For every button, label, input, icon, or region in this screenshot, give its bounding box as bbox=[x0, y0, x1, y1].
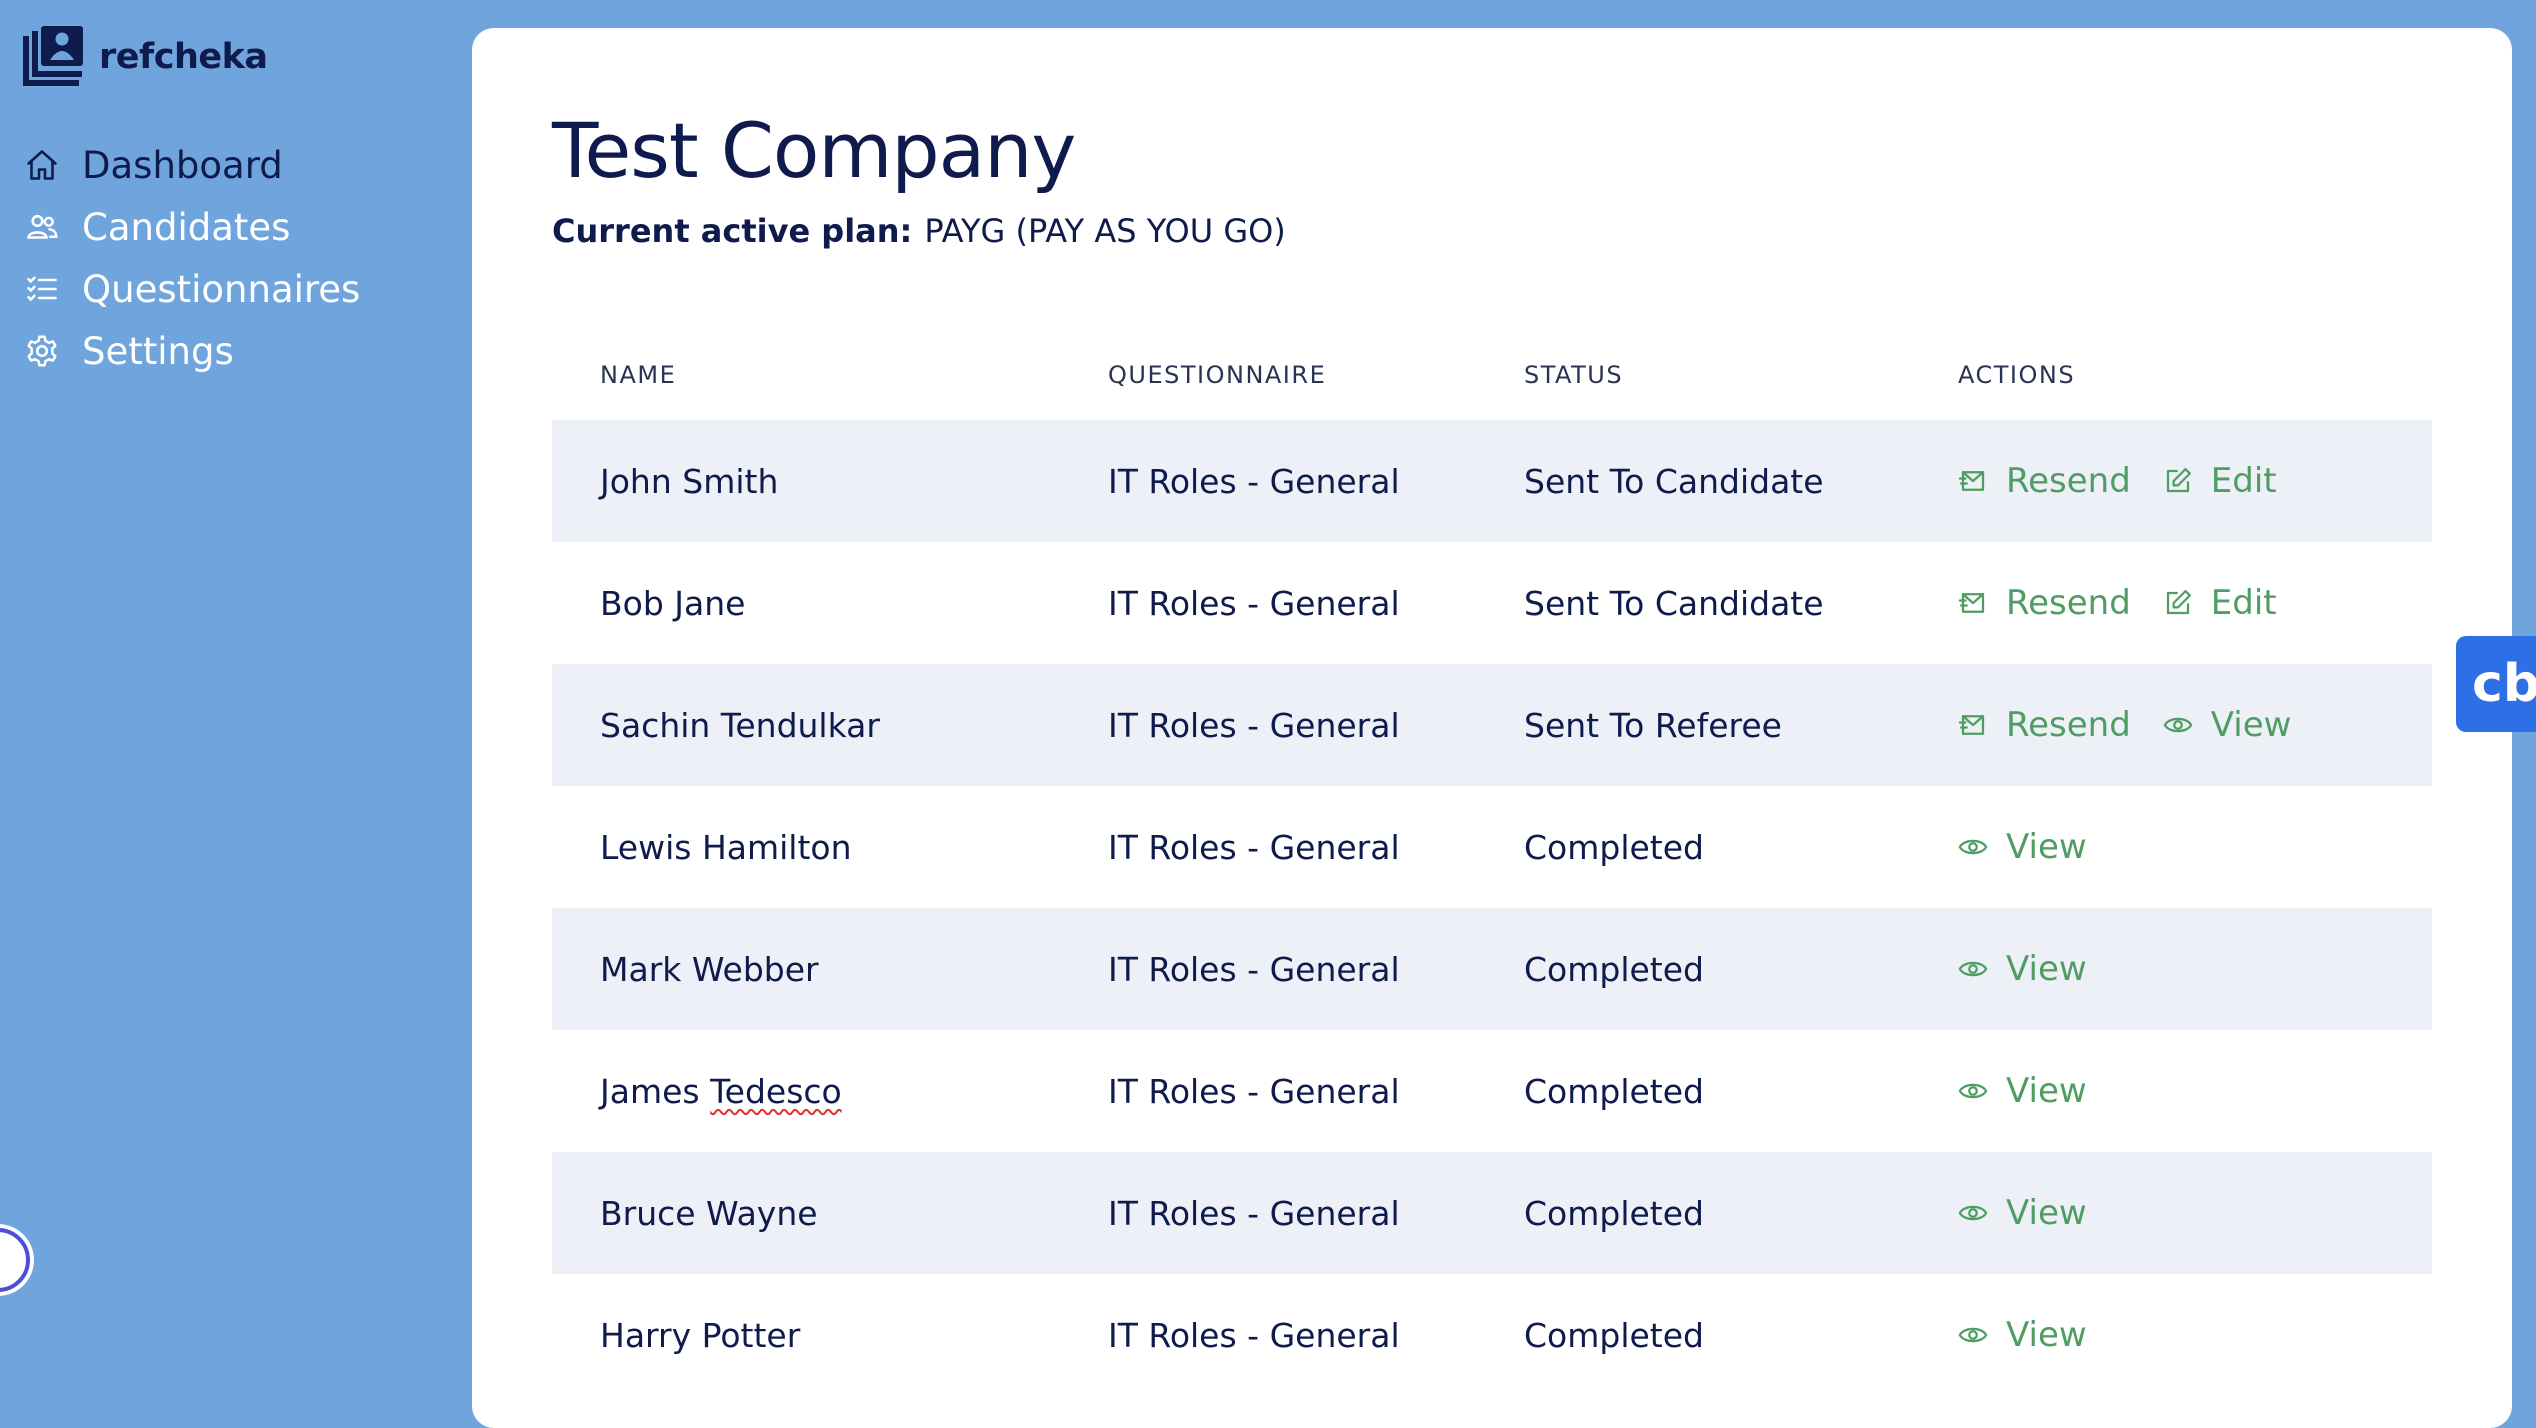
column-header-status: STATUS bbox=[1524, 361, 1624, 389]
table-row: Sachin Tendulkar IT Roles - General Sent… bbox=[552, 664, 2432, 786]
eye-icon bbox=[1958, 1083, 1988, 1099]
view-button[interactable]: View bbox=[1958, 1315, 2087, 1355]
view-button[interactable]: View bbox=[1958, 827, 2087, 867]
eye-icon bbox=[1958, 839, 1988, 855]
questionnaire-name: IT Roles - General bbox=[1108, 949, 1400, 989]
sidebar-item-label: Settings bbox=[82, 329, 234, 373]
view-label: View bbox=[2006, 827, 2087, 867]
candidate-name: Harry Potter bbox=[600, 1315, 801, 1355]
table-row: Mark Webber IT Roles - General Completed… bbox=[552, 908, 2432, 1030]
view-label: View bbox=[2006, 949, 2087, 989]
page-title: Test Company bbox=[552, 106, 1076, 195]
eye-icon bbox=[1958, 1327, 1988, 1343]
users-icon bbox=[22, 207, 62, 247]
main-card: Test Company Current active plan: PAYG (P… bbox=[472, 28, 2512, 1428]
candidate-name: Bruce Wayne bbox=[600, 1193, 818, 1233]
sidebar-item-settings[interactable]: Settings bbox=[22, 320, 360, 382]
questionnaire-name: IT Roles - General bbox=[1108, 583, 1400, 623]
edit-button[interactable]: Edit bbox=[2163, 461, 2277, 501]
status-text: Sent To Referee bbox=[1524, 705, 1782, 745]
status-text: Sent To Candidate bbox=[1524, 461, 1824, 501]
candidate-name: John Smith bbox=[600, 461, 779, 501]
status-text: Completed bbox=[1524, 1193, 1704, 1233]
list-check-icon bbox=[22, 269, 62, 309]
edit-label: Edit bbox=[2210, 583, 2277, 623]
edit-label: Edit bbox=[2210, 461, 2277, 501]
column-header-questionnaire: QUESTIONNAIRE bbox=[1108, 361, 1327, 389]
status-text: Completed bbox=[1524, 1071, 1704, 1111]
view-button[interactable]: View bbox=[1958, 949, 2087, 989]
mail-send-icon bbox=[1958, 471, 1985, 491]
sidebar-item-questionnaires[interactable]: Questionnaires bbox=[22, 258, 360, 320]
sidebar-item-label: Dashboard bbox=[82, 143, 283, 187]
questionnaire-name: IT Roles - General bbox=[1108, 705, 1400, 745]
sidebar-item-candidates[interactable]: Candidates bbox=[22, 196, 360, 258]
table-row: Lewis Hamilton IT Roles - General Comple… bbox=[552, 786, 2432, 908]
column-header-name: NAME bbox=[600, 361, 677, 389]
candidate-first-name: James bbox=[600, 1071, 700, 1111]
logo-icon bbox=[23, 26, 83, 86]
view-button[interactable]: View bbox=[1958, 1193, 2087, 1233]
candidate-last-name-spellcheck: Tedesco bbox=[710, 1071, 842, 1111]
view-label: View bbox=[2006, 1315, 2087, 1355]
candidate-name: Lewis Hamilton bbox=[600, 827, 852, 867]
candidate-name: Sachin Tendulkar bbox=[600, 705, 880, 745]
column-header-actions: ACTIONS bbox=[1958, 361, 2076, 389]
gear-icon bbox=[22, 331, 62, 371]
table-row: Harry Potter IT Roles - General Complete… bbox=[552, 1274, 2432, 1396]
status-text: Completed bbox=[1524, 827, 1704, 867]
sidebar-nav: Dashboard Candidates Questionnaires Sett… bbox=[22, 134, 360, 382]
resend-button[interactable]: Resend bbox=[1958, 705, 2131, 745]
questionnaire-name: IT Roles - General bbox=[1108, 1193, 1400, 1233]
view-button[interactable]: View bbox=[1958, 1071, 2087, 1111]
questionnaire-name: IT Roles - General bbox=[1108, 461, 1400, 501]
eye-icon bbox=[2163, 717, 2193, 733]
plan-info: Current active plan: PAYG (PAY AS YOU GO) bbox=[552, 212, 1286, 250]
questionnaire-name: IT Roles - General bbox=[1108, 827, 1400, 867]
edit-icon bbox=[2166, 468, 2191, 493]
resend-label: Resend bbox=[2006, 461, 2131, 501]
view-label: View bbox=[2006, 1193, 2087, 1233]
table-row: James Tedesco IT Roles - General Complet… bbox=[552, 1030, 2432, 1152]
view-label: View bbox=[2210, 705, 2292, 745]
sidebar-item-label: Questionnaires bbox=[82, 267, 361, 311]
floating-circle-button[interactable] bbox=[0, 1228, 30, 1292]
app-logo[interactable]: refcheka bbox=[23, 26, 268, 88]
view-label: View bbox=[2006, 1071, 2087, 1111]
resend-button[interactable]: Resend bbox=[1958, 461, 2131, 501]
app-name: refcheka bbox=[99, 37, 268, 77]
candidates-table: NAME QUESTIONNAIRE STATUS ACTIONS John S… bbox=[552, 330, 2432, 1396]
edit-button[interactable]: Edit bbox=[2163, 583, 2277, 623]
table-row: Bruce Wayne IT Roles - General Completed… bbox=[552, 1152, 2432, 1274]
plan-label: Current active plan: bbox=[552, 212, 913, 250]
questionnaire-name: IT Roles - General bbox=[1108, 1315, 1400, 1355]
status-text: Sent To Candidate bbox=[1524, 583, 1824, 623]
table-header: NAME QUESTIONNAIRE STATUS ACTIONS bbox=[552, 330, 2432, 420]
status-text: Completed bbox=[1524, 949, 1704, 989]
cb-widget-button[interactable]: cb bbox=[2456, 636, 2536, 732]
mail-send-icon bbox=[1958, 715, 1985, 735]
home-icon bbox=[22, 145, 62, 185]
view-button[interactable]: View bbox=[2163, 705, 2292, 745]
eye-icon bbox=[1958, 1205, 1988, 1221]
resend-label: Resend bbox=[2006, 705, 2131, 745]
sidebar-item-label: Candidates bbox=[82, 205, 291, 249]
table-row: John Smith IT Roles - General Sent To Ca… bbox=[552, 420, 2432, 542]
mail-send-icon bbox=[1958, 593, 1985, 613]
sidebar-item-dashboard[interactable]: Dashboard bbox=[22, 134, 360, 196]
eye-icon bbox=[1958, 961, 1988, 977]
candidate-name: Bob Jane bbox=[600, 583, 746, 623]
plan-value: PAYG (PAY AS YOU GO) bbox=[924, 212, 1286, 250]
resend-label: Resend bbox=[2006, 583, 2131, 623]
edit-icon bbox=[2166, 590, 2191, 615]
candidate-name: James Tedesco bbox=[552, 1072, 1108, 1111]
status-text: Completed bbox=[1524, 1315, 1704, 1355]
resend-button[interactable]: Resend bbox=[1958, 583, 2131, 623]
candidate-name: Mark Webber bbox=[600, 949, 819, 989]
questionnaire-name: IT Roles - General bbox=[1108, 1071, 1400, 1111]
table-row: Bob Jane IT Roles - General Sent To Cand… bbox=[552, 542, 2432, 664]
